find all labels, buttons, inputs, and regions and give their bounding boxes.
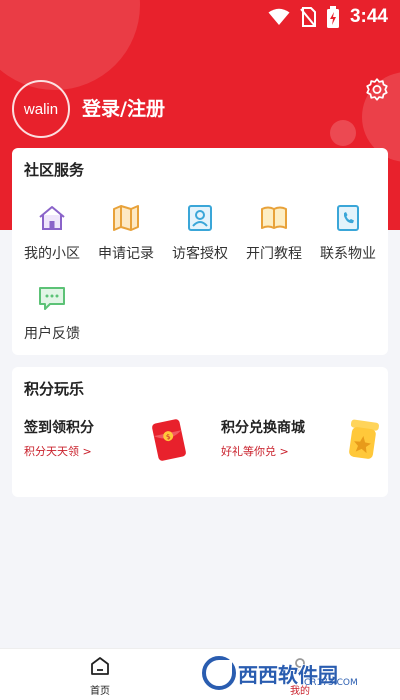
chat-icon xyxy=(39,287,65,310)
tab-label: 首页 xyxy=(90,686,110,697)
avatar-logo[interactable]: walin xyxy=(12,80,70,138)
wifi-icon xyxy=(268,8,290,25)
service-visitor-authorization[interactable]: 访客授权 xyxy=(161,203,239,273)
logo-text: walin xyxy=(23,100,59,118)
header-decoration xyxy=(330,120,356,146)
watermark-logo-icon xyxy=(202,656,236,690)
home-icon xyxy=(39,206,65,230)
site-watermark: 西西软件园 CR173.COM xyxy=(200,652,386,694)
phone-book-icon xyxy=(337,205,359,231)
service-contact-property[interactable]: 联系物业 xyxy=(309,203,387,273)
battery-charging-icon xyxy=(326,6,339,28)
map-icon xyxy=(113,205,139,231)
home-tab-icon xyxy=(91,657,109,675)
points-mall-entry[interactable]: 积分兑换商城 好礼等你兑 > xyxy=(221,417,386,467)
no-sim-icon xyxy=(300,7,316,27)
service-label: 开门教程 xyxy=(246,246,302,262)
watermark-url: CR173.COM xyxy=(304,678,358,688)
service-application-records[interactable]: 申请记录 xyxy=(87,203,165,273)
points-fun-card: 积分玩乐 签到领积分 积分天天领 > $ 积分兑换商城 好礼等你兑 > xyxy=(12,367,388,497)
community-services-card: 社区服务 我的小区 申请记录 访客授权 开门教程 联系物业 用户反馈 xyxy=(12,148,388,355)
visitor-id-icon xyxy=(188,205,212,231)
service-label: 申请记录 xyxy=(98,246,154,262)
section-title: 积分玩乐 xyxy=(24,380,85,398)
service-my-community[interactable]: 我的小区 xyxy=(13,203,91,273)
section-title: 社区服务 xyxy=(24,161,85,179)
service-label: 我的小区 xyxy=(24,246,80,262)
service-label: 用户反馈 xyxy=(24,326,80,342)
service-user-feedback[interactable]: 用户反馈 xyxy=(13,283,91,353)
status-bar: 3:44 xyxy=(0,0,400,34)
red-envelope-icon: $ xyxy=(152,419,186,461)
gift-box-icon xyxy=(349,419,379,459)
book-icon xyxy=(261,206,287,229)
status-time: 3:44 xyxy=(349,6,388,27)
service-label: 访客授权 xyxy=(172,246,228,262)
login-register-link[interactable]: 登录/注册 xyxy=(82,94,165,121)
service-door-tutorial[interactable]: 开门教程 xyxy=(235,203,313,273)
checkin-points-entry[interactable]: 签到领积分 积分天天领 > $ xyxy=(24,417,194,467)
service-label: 联系物业 xyxy=(320,246,376,262)
tab-home[interactable]: 首页 xyxy=(70,655,130,697)
gear-icon[interactable] xyxy=(364,77,390,103)
